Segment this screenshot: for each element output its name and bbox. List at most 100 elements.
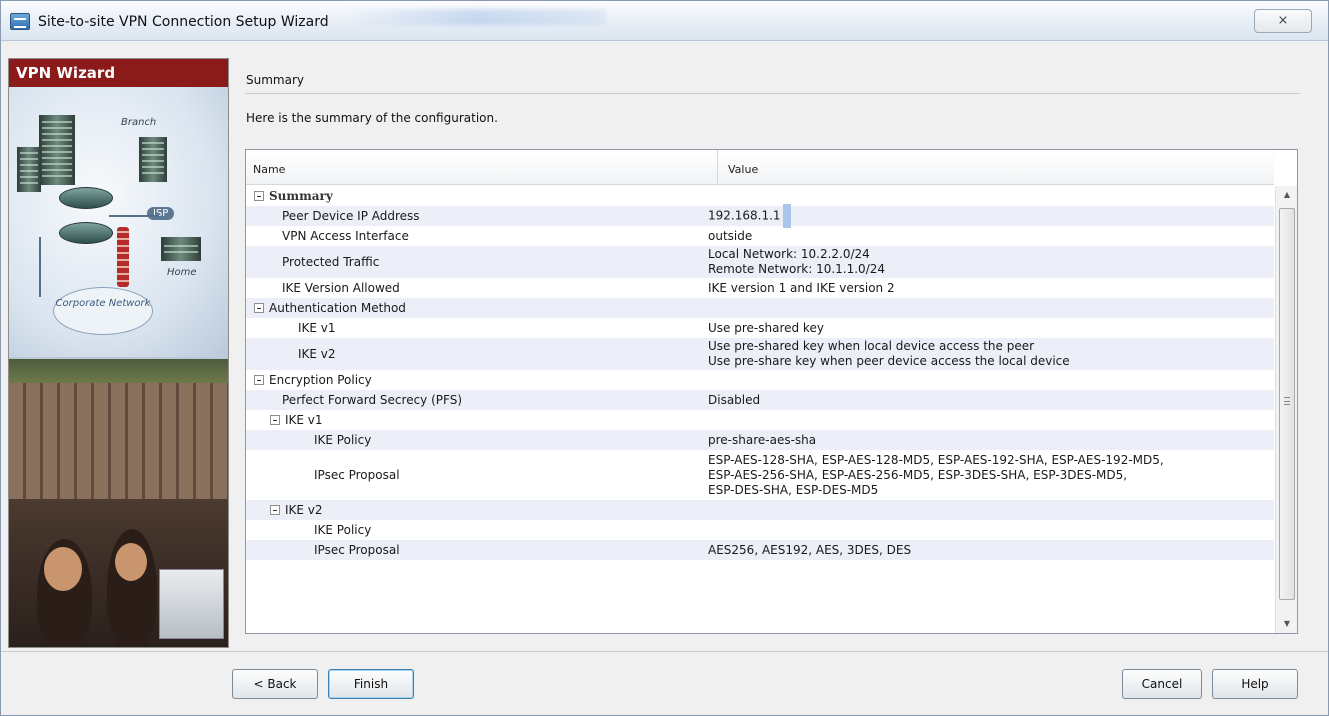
row-name: VPN Access Interface: [282, 226, 409, 246]
tree-group-row[interactable]: IKE v2: [246, 500, 1274, 520]
row-value-line: Remote Network: 10.1.1.0/24: [708, 262, 886, 276]
computer-monitor-icon: [159, 569, 224, 639]
tree-group-row[interactable]: Summary: [246, 186, 1274, 206]
row-value: Use pre-shared key: [708, 318, 824, 338]
collapse-toggle-icon[interactable]: [254, 375, 264, 385]
close-button[interactable]: ⨯: [1254, 9, 1312, 33]
router-icon: [59, 222, 113, 244]
column-header-value[interactable]: Value: [728, 163, 758, 176]
row-value-line: pre-share-aes-sha: [708, 432, 817, 447]
row-name-text: Authentication Method: [269, 301, 406, 315]
row-value: AES256, AES192, AES, 3DES, DES: [708, 540, 911, 560]
row-name-text: Protected Traffic: [282, 255, 380, 269]
row-name-text: Peer Device IP Address: [282, 209, 420, 223]
firewall-icon: [117, 227, 129, 287]
page-subtitle: Here is the summary of the configuration…: [246, 111, 498, 125]
row-name: IKE Policy: [314, 520, 371, 540]
row-value-line: 192.168.1.1: [708, 204, 791, 228]
collapse-toggle-icon[interactable]: [254, 191, 264, 201]
person-face: [44, 547, 82, 591]
tree-group-row[interactable]: Encryption Policy: [246, 370, 1274, 390]
cancel-button[interactable]: Cancel: [1122, 669, 1202, 699]
row-name: Peer Device IP Address: [282, 206, 420, 226]
row-name-text: IKE Policy: [314, 433, 372, 447]
home-label: Home: [167, 267, 197, 278]
banner-heading: VPN Wizard: [9, 59, 228, 87]
network-link: [109, 215, 159, 217]
row-name-text: IKE v2: [298, 347, 336, 361]
row-name: Encryption Policy: [254, 370, 372, 390]
row-name-text: VPN Access Interface: [282, 229, 409, 243]
row-name-text: IKE Version Allowed: [282, 281, 400, 295]
row-value-line: outside: [708, 228, 753, 243]
isp-label: ISP: [147, 207, 175, 220]
table-row[interactable]: IKE v1 Use pre-shared key: [246, 318, 1274, 338]
corporate-network-cloud: Corporate Network: [53, 287, 153, 335]
scroll-thumb[interactable]: [1279, 208, 1295, 600]
table-row[interactable]: IKE Policy: [246, 520, 1274, 540]
tree-group-row[interactable]: IKE v1: [246, 410, 1274, 430]
row-value: 192.168.1.1: [708, 204, 791, 228]
row-name-text: IKE v1: [298, 321, 336, 335]
scroll-down-arrow-icon[interactable]: ▼: [1276, 615, 1297, 633]
row-value: pre-share-aes-sha: [708, 430, 816, 450]
building-icon: [17, 147, 41, 192]
table-row[interactable]: IKE Policy pre-share-aes-sha: [246, 430, 1274, 450]
row-value-line: ESP-AES-256-SHA, ESP-AES-256-MD5, ESP-3D…: [708, 467, 1128, 482]
row-name-text: IKE v2: [285, 503, 323, 517]
row-value-line: Use pre-shared key when local device acc…: [708, 339, 1035, 353]
column-separator[interactable]: [717, 150, 718, 185]
row-value-line: Disabled: [708, 392, 761, 407]
row-value: Local Network: 10.2.2.0/24 Remote Network…: [708, 246, 885, 278]
row-value: ESP-AES-128-SHA, ESP-AES-128-MD5, ESP-AE…: [708, 450, 1164, 500]
help-button[interactable]: Help: [1212, 669, 1298, 699]
table-body: Summary Peer Device IP Address 192.168.1.1…: [246, 186, 1274, 560]
row-name-text: IKE v1: [285, 413, 323, 427]
row-name-text: IPsec Proposal: [314, 543, 400, 557]
row-value-line: IKE version 1 and IKE version 2: [708, 280, 895, 295]
row-name: IKE v2: [270, 500, 323, 520]
table-row[interactable]: IKE v2 Use pre-shared key when local devi…: [246, 338, 1274, 370]
router-icon: [59, 187, 113, 209]
row-name-text: Perfect Forward Secrecy (PFS): [282, 393, 462, 407]
selection-highlight: [782, 204, 791, 228]
row-name: Summary: [254, 186, 333, 206]
collapse-toggle-icon[interactable]: [270, 415, 280, 425]
row-value-line: ESP-AES-128-SHA, ESP-AES-128-MD5, ESP-AE…: [708, 452, 1164, 467]
table-row[interactable]: IKE Version Allowed IKE version 1 and IKE…: [246, 278, 1274, 298]
collapse-toggle-icon[interactable]: [270, 505, 280, 515]
home-device-icon: [161, 237, 201, 261]
table-row[interactable]: Protected Traffic Local Network: 10.2.2.0…: [246, 246, 1274, 278]
table-row[interactable]: IPsec Proposal ESP-AES-128-SHA, ESP-AES-1…: [246, 450, 1274, 500]
row-name: IKE v1: [270, 410, 323, 430]
table-row[interactable]: Peer Device IP Address 192.168.1.1: [246, 204, 1274, 228]
section-divider: [245, 93, 1300, 94]
scroll-up-arrow-icon[interactable]: ▲: [1276, 186, 1297, 204]
row-value-line: AES256, AES192, AES, 3DES, DES: [708, 542, 912, 557]
row-name: IKE v2: [298, 338, 336, 370]
row-value: IKE version 1 and IKE version 2: [708, 278, 895, 298]
summary-table[interactable]: Name Value Summary Peer Device IP Address…: [245, 149, 1298, 634]
wizard-banner-image: VPN Wizard Branch ISP Home Corporate Net…: [8, 58, 229, 648]
table-row[interactable]: Perfect Forward Secrecy (PFS) Disabled: [246, 390, 1274, 410]
branch-label: Branch: [121, 117, 157, 128]
row-name: IPsec Proposal: [314, 450, 400, 500]
finish-button[interactable]: Finish: [328, 669, 414, 699]
title-bar-blur: [346, 9, 606, 25]
table-header: Name Value: [246, 150, 1274, 185]
tree-group-row[interactable]: Authentication Method: [246, 298, 1274, 318]
row-name: Protected Traffic: [282, 246, 379, 278]
title-bar[interactable]: Site-to-site VPN Connection Setup Wizard…: [1, 1, 1328, 41]
row-value: Disabled: [708, 390, 760, 410]
row-value-line: Local Network: 10.2.2.0/24: [708, 247, 870, 261]
network-illustration: Branch ISP Home Corporate Network: [9, 87, 228, 357]
vertical-scrollbar[interactable]: ▲ ▼: [1275, 186, 1297, 633]
column-header-name[interactable]: Name: [253, 163, 285, 176]
back-button[interactable]: < Back: [232, 669, 318, 699]
wizard-window: Site-to-site VPN Connection Setup Wizard…: [0, 0, 1329, 716]
row-name-text: Summary: [269, 189, 333, 203]
table-row[interactable]: IPsec Proposal AES256, AES192, AES, 3DES,…: [246, 540, 1274, 560]
collapse-toggle-icon[interactable]: [254, 303, 264, 313]
row-value-line: Use pre-shared key: [708, 320, 824, 335]
table-row[interactable]: VPN Access Interface outside: [246, 226, 1274, 246]
